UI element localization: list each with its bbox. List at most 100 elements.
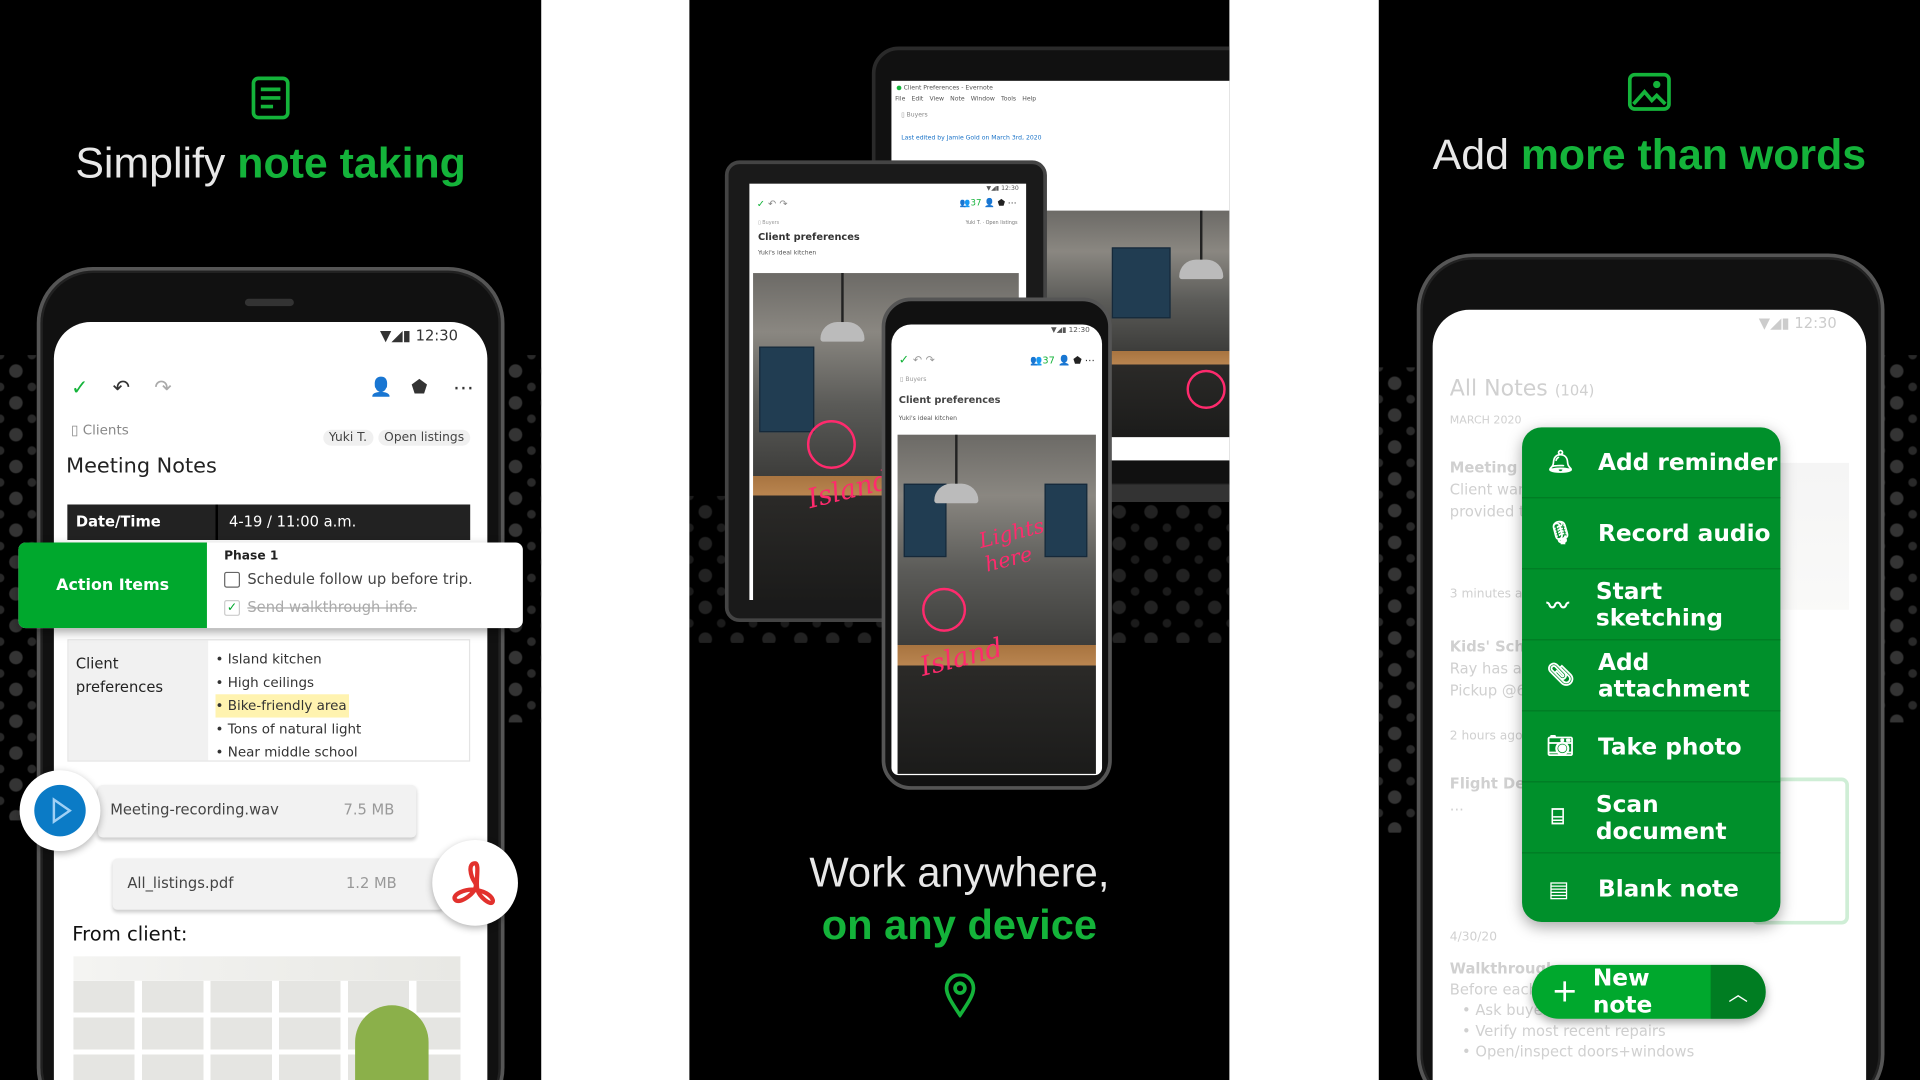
note-card[interactable]: Kids' Sch Ray has af Pickup @6 2 hours ago: [1450, 636, 1527, 749]
menu-edit[interactable]: Edit: [911, 96, 923, 103]
list-title: All Notes (104): [1449, 375, 1595, 402]
menu-item-take-photo[interactable]: 📷︎ Take photo: [1522, 711, 1781, 783]
menu-item-blank-note[interactable]: ▤ Blank note: [1522, 853, 1780, 922]
blank-note-icon: ▤: [1548, 876, 1570, 902]
status-bar: ▼◢▮ 12:30: [380, 327, 458, 344]
annotation-text: Island: [804, 465, 894, 516]
headline: Add more than words: [1432, 131, 1867, 179]
annotation-text: Lights here: [976, 514, 1047, 578]
new-note-button[interactable]: + New note: [1532, 965, 1711, 1019]
play-icon: [34, 784, 86, 837]
note-card[interactable]: Flight De... 4/30/20: [1450, 773, 1525, 949]
phone-status: ▼◢▮ 12:30: [1050, 325, 1090, 335]
panel-note-taking: Simplify note taking ▼◢▮ 12:30 ✓ ↶ ↷ 👤 ⬟ …: [0, 0, 542, 1080]
pref-item: • Near middle school: [215, 744, 358, 761]
attachment-name: All_listings.pdf: [127, 874, 234, 892]
menu-item-start-sketching[interactable]: 〰 Start sketching: [1522, 569, 1781, 641]
todo-item: Schedule follow up before trip.: [224, 571, 473, 588]
chevron-up-icon: ︿: [1728, 982, 1748, 1006]
attachment-audio[interactable]: Meeting-recording.wav 7.5 MB: [97, 784, 417, 838]
tablet-toolbar: 👥37 👤 ⬟ ⋯: [959, 198, 1017, 209]
wifi-icon: ▼◢▮: [380, 326, 411, 345]
menu-bar: File Edit View Note Window Tools Help: [895, 96, 1036, 103]
pref-item: • Tons of natural light: [215, 721, 362, 738]
share-user-button[interactable]: 👤: [370, 376, 393, 398]
shared-count[interactable]: 👥37: [1030, 355, 1055, 366]
camera-icon: 📷︎: [1546, 733, 1575, 760]
shared-count[interactable]: 👥37: [960, 198, 982, 208]
table-row-datetime: Date/Time 4-19 / 11:00 a.m.: [67, 504, 471, 541]
new-note-button-group: + New note ︿: [1531, 964, 1766, 1019]
menu-item-add-attachment[interactable]: 📎︎ Add attachment: [1522, 640, 1781, 712]
attachment-size: 7.5 MB: [343, 800, 395, 818]
phone-notebook[interactable]: ▯ Buyers: [900, 376, 926, 383]
redo-button[interactable]: ↷: [154, 376, 171, 400]
done-check-button[interactable]: ✓ ↶ ↷: [757, 198, 788, 209]
panel-more-than-words: Add more than words ▼◢▮ 12:30 All Notes (…: [1378, 0, 1920, 1080]
tablet-notebook[interactable]: ▯ Buyers: [758, 219, 779, 225]
tablet-status: ▼◢▮ 12:30: [986, 184, 1019, 193]
menu-note[interactable]: Note: [950, 96, 965, 103]
menu-file[interactable]: File: [895, 96, 905, 103]
status-time: 12:30: [1794, 314, 1837, 332]
attachment-pdf[interactable]: All_listings.pdf 1.2 MB: [112, 858, 444, 910]
pdf-button[interactable]: [432, 840, 518, 926]
kitchen-photo: Lights here Island: [897, 434, 1096, 774]
checkbox[interactable]: [224, 571, 241, 588]
section-heading: From client:: [72, 922, 188, 946]
paperclip-icon: 📎︎: [1546, 662, 1575, 689]
decorative-pattern: [1880, 355, 1920, 723]
done-check-button[interactable]: ✓ ↶ ↷: [899, 354, 935, 367]
attachment-name: Meeting-recording.wav: [110, 800, 279, 818]
new-note-menu: 🔔︎ Add reminder 🎙︎ Record audio 〰 Start ske…: [1522, 427, 1781, 923]
phone-toolbar: 👥37 👤 ⬟ ⋯: [1030, 355, 1095, 367]
headline: Simplify note taking: [75, 139, 466, 188]
tag[interactable]: Open listings: [378, 429, 471, 446]
more-options-button[interactable]: ⋯: [453, 376, 474, 400]
menu-view[interactable]: View: [929, 96, 944, 103]
tablet-note-title: Client preferences: [757, 231, 860, 243]
decorative-pattern: [499, 355, 542, 723]
plus-icon: +: [1551, 973, 1579, 1011]
client-photo: [73, 956, 461, 1080]
reminder-add-button[interactable]: ⬟: [411, 376, 427, 398]
menu-item-add-reminder[interactable]: 🔔︎ Add reminder: [1522, 427, 1781, 499]
stage: Simplify note taking ▼◢▮ 12:30 ✓ ↶ ↷ 👤 ⬟ …: [0, 0, 1920, 1080]
action-items-label: Action Items: [18, 542, 207, 629]
scan-icon: ⌸: [1551, 804, 1565, 831]
month-label: MARCH 2020: [1449, 415, 1522, 428]
phase-label: Phase 1: [224, 549, 279, 564]
pref-item: • Island kitchen: [215, 651, 322, 668]
table-row-prefs: Client preferences • Island kitchen • Hi…: [67, 639, 471, 764]
pref-item: • High ceilings: [215, 674, 315, 691]
tag-list: Yuki T. Open listings: [318, 422, 471, 446]
annotation-text: Island: [917, 633, 1006, 684]
cell-label: Date/Time: [75, 513, 161, 531]
headline-line1: Work anywhere,: [809, 849, 1110, 897]
menu-tools[interactable]: Tools: [1001, 96, 1016, 103]
cell-value: 4-19 / 11:00 a.m.: [228, 513, 357, 531]
window-title: ● Client Preferences - Evernote: [896, 84, 993, 92]
checkbox-checked[interactable]: ✓: [224, 599, 241, 616]
panel-any-device: ● Client Preferences - Evernote File Edit…: [689, 0, 1230, 1080]
menu-item-record-audio[interactable]: 🎙︎ Record audio: [1522, 498, 1781, 570]
laptop-notebook[interactable]: ▯ Buyers: [901, 111, 927, 118]
pref-item-highlighted: • Bike-friendly area: [215, 694, 350, 718]
last-edited: Last edited by Jamie Gold on March 3rd, …: [901, 134, 1042, 143]
tag[interactable]: Yuki T.: [322, 429, 374, 446]
menu-help[interactable]: Help: [1022, 96, 1036, 103]
sketch-icon: 〰: [1546, 593, 1569, 619]
tablet-note-subtitle: Yuki's ideal kitchen: [757, 249, 817, 258]
cell-label: Client preferences: [75, 655, 164, 696]
undo-button[interactable]: ↶: [113, 376, 130, 400]
breadcrumb[interactable]: ▯ Clients: [71, 422, 129, 438]
menu-item-scan-document[interactable]: ⌸ Scan document: [1522, 782, 1781, 854]
image-icon: [1627, 72, 1671, 111]
play-button[interactable]: [19, 770, 101, 852]
phone-screen: ▼◢▮ 12:30 ✓ ↶ ↷ 👤 ⬟ ⋯ ▯ Clients Yuki T. Op…: [53, 322, 488, 1080]
prefs-list: • Island kitchen • High ceilings • Bike-…: [215, 648, 362, 764]
phone-note-subtitle: Yuki's ideal kitchen: [898, 415, 958, 423]
done-check-button[interactable]: ✓: [71, 376, 88, 400]
menu-window[interactable]: Window: [971, 96, 995, 103]
expand-menu-button[interactable]: ︿: [1710, 964, 1766, 1019]
